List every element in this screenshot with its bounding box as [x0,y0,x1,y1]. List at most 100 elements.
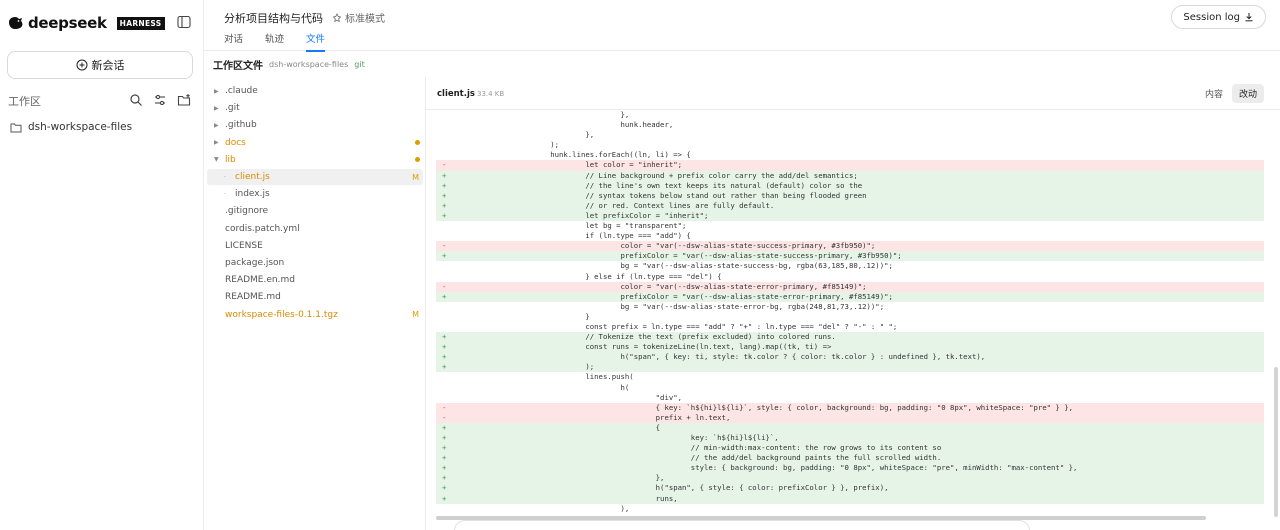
diff-view[interactable]: }, hunk.header, }, ); hunk.lines.forEach… [436,110,1264,520]
file-name: client.js [437,89,475,99]
diff-line: lines.push( [436,372,1264,382]
diff-line-text: color = "var(--dsw-alias-state-error-pri… [436,281,867,291]
diff-line: + { [436,422,1264,433]
tree-file[interactable]: · index.js [207,186,423,202]
diff-line-text: // Line background + prefix color carry … [436,170,858,180]
vertical-scrollbar[interactable] [1274,367,1278,517]
file-bullet-icon: · [224,190,226,198]
diff-line-text: ), [436,503,630,513]
diff-line-text: }, [436,473,665,483]
diff-line: let bg = "transparent"; [436,221,1264,231]
diff-line-text: let prefixColor = "inherit"; [436,210,709,220]
view-tabs: 对话 轨迹 文件 [224,31,326,52]
filter-settings-icon[interactable] [153,93,167,107]
tree-folder[interactable]: ▶ .git [207,100,423,116]
top-header: 分析项目结构与代码 标准模式 对话 轨迹 文件 Session log [204,0,1280,52]
folder-icon [10,123,22,132]
diff-line-text: // Tokenize the text (prefix excluded) i… [436,332,836,342]
diff-line: + // min-width:max-content: the row grow… [436,443,1264,454]
diff-line: + runs, [436,493,1264,504]
whale-icon [9,17,23,29]
tree-file[interactable]: README.md [207,289,423,305]
tree-file[interactable]: README.en.md [207,272,423,288]
chevron-right-icon: ▶ [214,87,219,95]
breadcrumb-title: 工作区文件 [213,60,263,72]
diff-line-text: } else if (ln.type === "del") { [436,271,722,281]
diff-line: bg = "var(--dsw-alias-state-error-bg, rg… [436,302,1264,312]
diff-line-text: h("span", { key: ti, style: tk.color ? {… [436,352,986,362]
tree-item-label: .claude [225,86,258,96]
modified-flag: M [412,310,419,320]
new-chat-label: 新会话 [91,59,125,72]
mode-icon [332,12,342,22]
tree-folder[interactable]: ▶ .github [207,117,423,133]
workspace-header: 工作区 [8,93,194,109]
sidebar-toggle-icon[interactable] [177,15,191,29]
diff-line: hunk.header, [436,120,1264,130]
diff-line: } [436,312,1264,322]
tree-file[interactable]: · client.js M [207,169,423,185]
tree-item-label: docs [225,137,246,148]
diff-line-text: // the line's own text keeps its natural… [436,180,863,190]
diff-line: ), [436,504,1264,514]
search-icon[interactable] [129,93,143,107]
add-folder-icon[interactable] [177,93,191,107]
workspace-item[interactable]: dsh-workspace-files [10,121,132,133]
diff-line: } else if (ln.type === "del") { [436,272,1264,282]
diff-line: + h("span", { key: ti, style: tk.color ?… [436,352,1264,363]
chat-input-peek[interactable] [454,520,1030,530]
diff-line-text: lines.push( [436,372,634,382]
session-log-label: Session log [1183,11,1240,23]
app-window: deepseek HARNESS 新会话 工作区 dsh-workspace-f… [0,0,1280,530]
file-viewer-header: client.js 33.4 KB 内容 改动 [426,77,1280,110]
sidebar: deepseek HARNESS 新会话 工作区 dsh-workspace-f… [0,0,204,530]
diff-line-text: bg = "var(--dsw-alias-state-success-bg, … [436,261,893,271]
tab-chat[interactable]: 对话 [224,31,243,52]
tree-file[interactable]: .gitignore [207,203,423,219]
tree-folder[interactable]: ▶ .claude [207,83,423,99]
view-mode-changes[interactable]: 改动 [1231,84,1264,103]
diff-line: hunk.lines.forEach((ln, li) => { [436,150,1264,160]
diff-line: - prefix + ln.text, [436,412,1264,423]
new-chat-button[interactable]: 新会话 [7,51,193,79]
tree-file[interactable]: LICENSE [207,238,423,254]
diff-line: ); [436,140,1264,150]
view-mode-content[interactable]: 内容 [1198,84,1230,103]
diff-line-text: const prefix = ln.type === "add" ? "+" :… [436,321,898,331]
chevron-right-icon: ▶ [214,139,219,147]
brand-name: deepseek [28,14,107,32]
tree-folder[interactable]: ▶ docs [207,135,423,151]
download-icon [1245,13,1253,22]
diff-line: - { key: `h${hi}l${li}`, style: { color,… [436,402,1264,413]
session-log-button[interactable]: Session log [1171,5,1266,29]
tree-item-label: index.js [235,189,270,200]
brand-logo[interactable]: deepseek HARNESS [8,13,165,33]
diff-line: + // the add/del background paints the f… [436,453,1264,464]
file-tree: ▶ .claude ▶ .git ▶ .github ▶ docs ▼ lib · client.js… [204,77,426,530]
diff-line-text: let bg = "transparent"; [436,221,687,231]
diff-line: - color = "var(--dsw-alias-state-error-p… [436,281,1264,292]
tree-item-label: client.js [235,172,270,182]
tree-file[interactable]: workspace-files-0.1.1.tgz M [207,307,423,323]
diff-line: + let prefixColor = "inherit"; [436,210,1264,222]
modified-dot [415,139,420,145]
file-bullet-icon: · [224,173,226,181]
mode-indicator[interactable]: 标准模式 [332,10,385,25]
diff-line: - let color = "inherit"; [436,160,1264,171]
tree-file[interactable]: cordis.patch.yml [207,221,423,237]
tree-folder[interactable]: ▼ lib [207,152,423,168]
diff-line-text: let color = "inherit"; [436,160,683,170]
tab-trajectory[interactable]: 轨迹 [265,31,284,52]
diff-line: if (ln.type === "add") { [436,231,1264,241]
brand-tag: HARNESS [116,16,165,30]
file-viewer: client.js 33.4 KB 内容 改动 }, hunk.header, [426,77,1280,530]
diff-line-text: const runs = tokenizeLine(ln.text, lang)… [436,342,832,352]
tab-files[interactable]: 文件 [306,31,326,52]
diff-line-text: prefixColor = "var(--dsw-alias-state-err… [436,291,893,301]
tree-file[interactable]: package.json [207,255,423,271]
diff-line-text: hunk.lines.forEach((ln, li) => { [436,150,691,160]
diff-line: }, [436,130,1264,140]
diff-line: bg = "var(--dsw-alias-state-success-bg, … [436,261,1264,271]
diff-line: + // Tokenize the text (prefix excluded)… [436,332,1264,343]
chevron-down-icon: ▼ [214,156,219,164]
